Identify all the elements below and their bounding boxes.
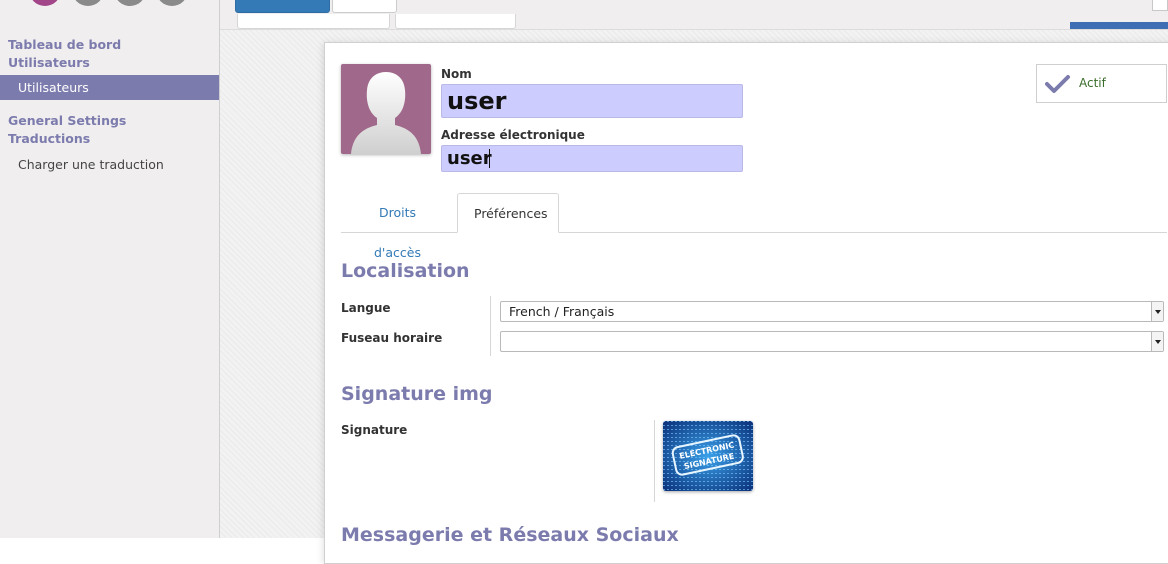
langue-select-value: French / Français [509, 304, 615, 319]
user-silhouette-icon [351, 72, 421, 154]
pager-button[interactable] [1152, 0, 1168, 11]
signature-label: Signature [341, 423, 408, 437]
active-label: Actif [1079, 76, 1106, 90]
electronic-signature-image: ELECTRONIC SIGNATURE [663, 421, 753, 491]
chevron-down-icon [1151, 302, 1163, 321]
section-title-localisation: Localisation [341, 260, 470, 282]
status-tab[interactable] [237, 14, 390, 29]
status-tab[interactable] [395, 14, 516, 29]
name-field[interactable] [441, 84, 743, 118]
email-field[interactable] [441, 145, 743, 172]
avatar[interactable] [341, 64, 431, 154]
fuseau-select[interactable] [500, 331, 1164, 352]
langue-select[interactable]: French / Français [500, 301, 1164, 322]
app-icon[interactable] [114, 0, 146, 6]
menu-header-general-settings[interactable]: General Settings [8, 113, 126, 128]
field-divider [490, 296, 491, 356]
chevron-down-icon [1151, 332, 1163, 351]
menu-header-traductions[interactable]: Traductions [8, 131, 90, 146]
tab-droits-acces[interactable]: Droits d'accès [341, 193, 454, 260]
control-panel [220, 0, 1168, 30]
langue-label: Langue [341, 301, 391, 315]
email-label: Adresse électronique [441, 128, 585, 142]
save-button[interactable] [235, 0, 330, 13]
text-cursor [489, 149, 490, 168]
menu-header-utilisateurs[interactable]: Utilisateurs [8, 55, 90, 70]
fuseau-label: Fuseau horaire [341, 331, 443, 345]
field-divider [654, 420, 655, 502]
status-bar-indicator [1070, 22, 1168, 29]
app-icon[interactable] [156, 0, 188, 6]
section-title-signature: Signature img [341, 383, 493, 405]
app-icon[interactable] [29, 0, 61, 6]
tab-preferences[interactable]: Préférences [457, 193, 559, 233]
signature-image[interactable]: ELECTRONIC SIGNATURE [663, 421, 753, 491]
app-icon[interactable] [72, 0, 104, 6]
nom-label: Nom [441, 67, 472, 81]
sidebar-item-utilisateurs[interactable]: Utilisateurs [0, 75, 219, 100]
app-switcher [0, 0, 219, 10]
menu-header-tableau[interactable]: Tableau de bord [8, 37, 121, 52]
sidebar: Tableau de bord Utilisateurs Utilisateur… [0, 0, 220, 538]
discard-button[interactable] [332, 0, 397, 13]
active-toggle-button[interactable]: Actif [1036, 64, 1167, 103]
sidebar-item-charger-traduction[interactable]: Charger une traduction [0, 152, 219, 177]
section-title-messagerie: Messagerie et Réseaux Sociaux [341, 524, 679, 546]
check-icon [1045, 75, 1070, 93]
